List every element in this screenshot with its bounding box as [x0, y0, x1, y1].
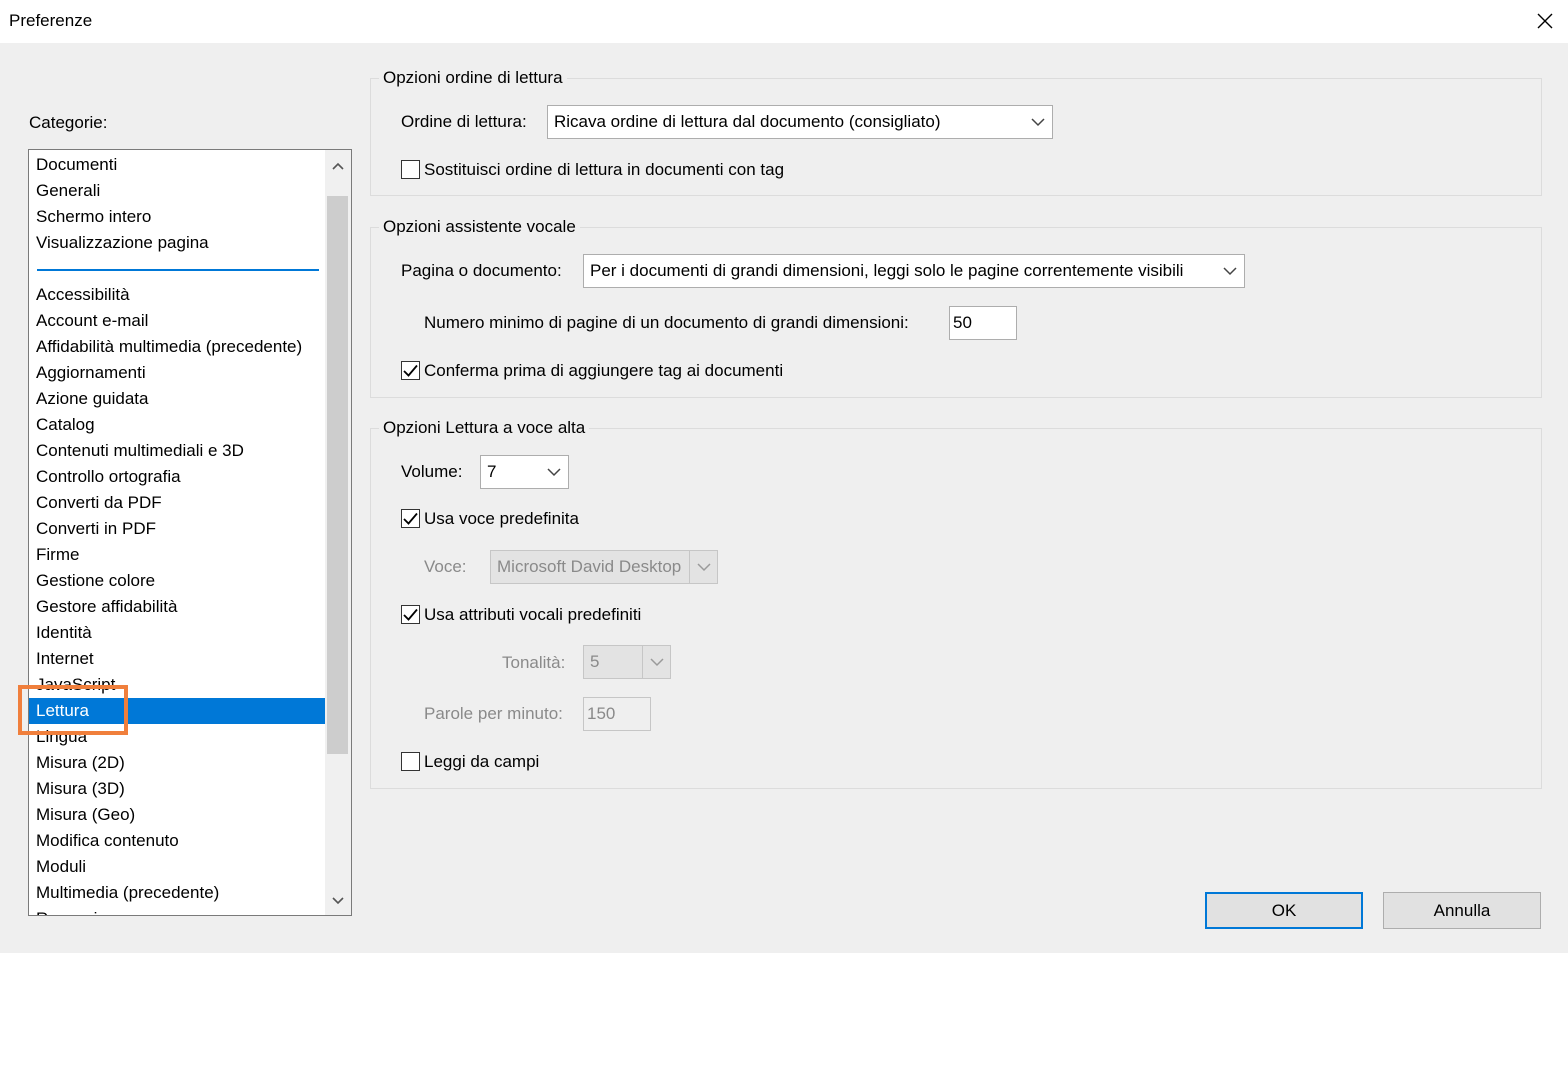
read-form-fields-label: Leggi da campi: [424, 752, 540, 771]
category-item[interactable]: Misura (3D): [29, 776, 325, 802]
category-item[interactable]: Internet: [29, 646, 325, 672]
categories-list[interactable]: Documenti Generali Schermo intero Visual…: [28, 149, 352, 916]
close-icon: [1537, 13, 1553, 29]
category-item[interactable]: Recensione: [29, 906, 325, 915]
chevron-up-icon: [332, 162, 344, 170]
default-voice-label: Usa voce predefinita: [424, 509, 579, 528]
category-item-selected[interactable]: Lettura: [29, 698, 325, 724]
pitch-label: Tonalità:: [502, 653, 566, 672]
chevron-down-icon: [332, 897, 344, 905]
voice-select: Microsoft David Desktop: [490, 550, 718, 584]
dialog-body: Categorie: Documenti Generali Schermo in…: [0, 43, 1568, 953]
chevron-down-icon: [642, 646, 670, 678]
category-item[interactable]: Documenti: [29, 152, 325, 178]
chevron-down-icon: [689, 551, 717, 583]
default-voice-checkbox[interactable]: [401, 509, 420, 528]
confirm-tag-checkbox[interactable]: [401, 361, 420, 380]
category-item[interactable]: Converti in PDF: [29, 516, 325, 542]
category-item[interactable]: Misura (2D): [29, 750, 325, 776]
voice-value: Microsoft David Desktop: [497, 557, 682, 576]
category-item[interactable]: Accessibilità: [29, 282, 325, 308]
category-item[interactable]: Converti da PDF: [29, 490, 325, 516]
min-pages-label: Numero minimo di pagine di un documento …: [424, 313, 909, 332]
read-form-fields-checkbox[interactable]: [401, 752, 420, 771]
override-reading-order-checkbox[interactable]: [401, 160, 420, 179]
volume-value: 7: [487, 462, 497, 481]
category-item[interactable]: Catalog: [29, 412, 325, 438]
confirm-tag-label: Conferma prima di aggiungere tag ai docu…: [424, 361, 784, 380]
voice-label: Voce:: [424, 557, 467, 576]
reading-order-select[interactable]: Ricava ordine di lettura dal documento (…: [547, 105, 1053, 139]
pitch-select: 5: [583, 645, 671, 679]
close-button[interactable]: [1528, 4, 1562, 38]
volume-label: Volume:: [401, 462, 463, 481]
reading-order-legend: Opzioni ordine di lettura: [379, 68, 567, 88]
default-voice-attributes-label: Usa attributi vocali predefiniti: [424, 605, 642, 624]
page-or-document-select[interactable]: Per i documenti di grandi dimensioni, le…: [583, 254, 1245, 288]
words-per-minute-input: 150: [583, 697, 651, 731]
checkmark-icon: [403, 364, 418, 377]
category-item[interactable]: Affidabilità multimedia (precedente): [29, 334, 325, 360]
volume-select[interactable]: 7: [480, 455, 569, 489]
page-or-document-label: Pagina o documento:: [401, 261, 562, 280]
min-pages-input[interactable]: 50: [949, 306, 1017, 340]
category-item[interactable]: Account e-mail: [29, 308, 325, 334]
words-per-minute-label: Parole per minuto:: [424, 704, 563, 723]
ok-button[interactable]: OK: [1205, 892, 1363, 929]
categories-scrollbar[interactable]: [325, 150, 351, 915]
scroll-up-button[interactable]: [325, 153, 351, 179]
category-item[interactable]: Gestore affidabilità: [29, 594, 325, 620]
category-item[interactable]: Aggiornamenti: [29, 360, 325, 386]
cancel-button[interactable]: Annulla: [1383, 892, 1541, 929]
checkmark-icon: [403, 608, 418, 621]
override-reading-order-label: Sostituisci ordine di lettura in documen…: [424, 160, 785, 179]
category-item[interactable]: Azione guidata: [29, 386, 325, 412]
categories-label: Categorie:: [29, 113, 108, 132]
chevron-down-icon: [1024, 106, 1052, 138]
checkmark-icon: [403, 512, 418, 525]
screen-reader-legend: Opzioni assistente vocale: [379, 217, 580, 237]
category-item[interactable]: Visualizzazione pagina: [29, 230, 325, 256]
category-item[interactable]: Firme: [29, 542, 325, 568]
category-item[interactable]: Lingua: [29, 724, 325, 750]
category-item[interactable]: Multimedia (precedente): [29, 880, 325, 906]
window-title: Preferenze: [9, 11, 93, 30]
title-bar: Preferenze: [0, 0, 1568, 43]
scroll-down-button[interactable]: [325, 888, 351, 914]
read-aloud-legend: Opzioni Lettura a voce alta: [379, 418, 590, 438]
chevron-down-icon: [1216, 255, 1244, 287]
page-or-document-value: Per i documenti di grandi dimensioni, le…: [590, 261, 1184, 280]
category-item[interactable]: Contenuti multimediali e 3D: [29, 438, 325, 464]
reading-order-label: Ordine di lettura:: [401, 112, 527, 131]
pitch-value: 5: [590, 652, 600, 671]
chevron-down-icon: [540, 456, 568, 488]
category-item[interactable]: Schermo intero: [29, 204, 325, 230]
scroll-thumb[interactable]: [327, 196, 348, 754]
default-voice-attributes-checkbox[interactable]: [401, 605, 420, 624]
category-item[interactable]: Controllo ortografia: [29, 464, 325, 490]
reading-order-value: Ricava ordine di lettura dal documento (…: [554, 112, 941, 131]
category-item[interactable]: Generali: [29, 178, 325, 204]
category-separator: [37, 269, 319, 271]
category-item[interactable]: Misura (Geo): [29, 802, 325, 828]
category-item[interactable]: Identità: [29, 620, 325, 646]
category-item[interactable]: Gestione colore: [29, 568, 325, 594]
category-item[interactable]: Moduli: [29, 854, 325, 880]
category-item[interactable]: Modifica contenuto: [29, 828, 325, 854]
category-item[interactable]: JavaScript: [29, 672, 325, 698]
